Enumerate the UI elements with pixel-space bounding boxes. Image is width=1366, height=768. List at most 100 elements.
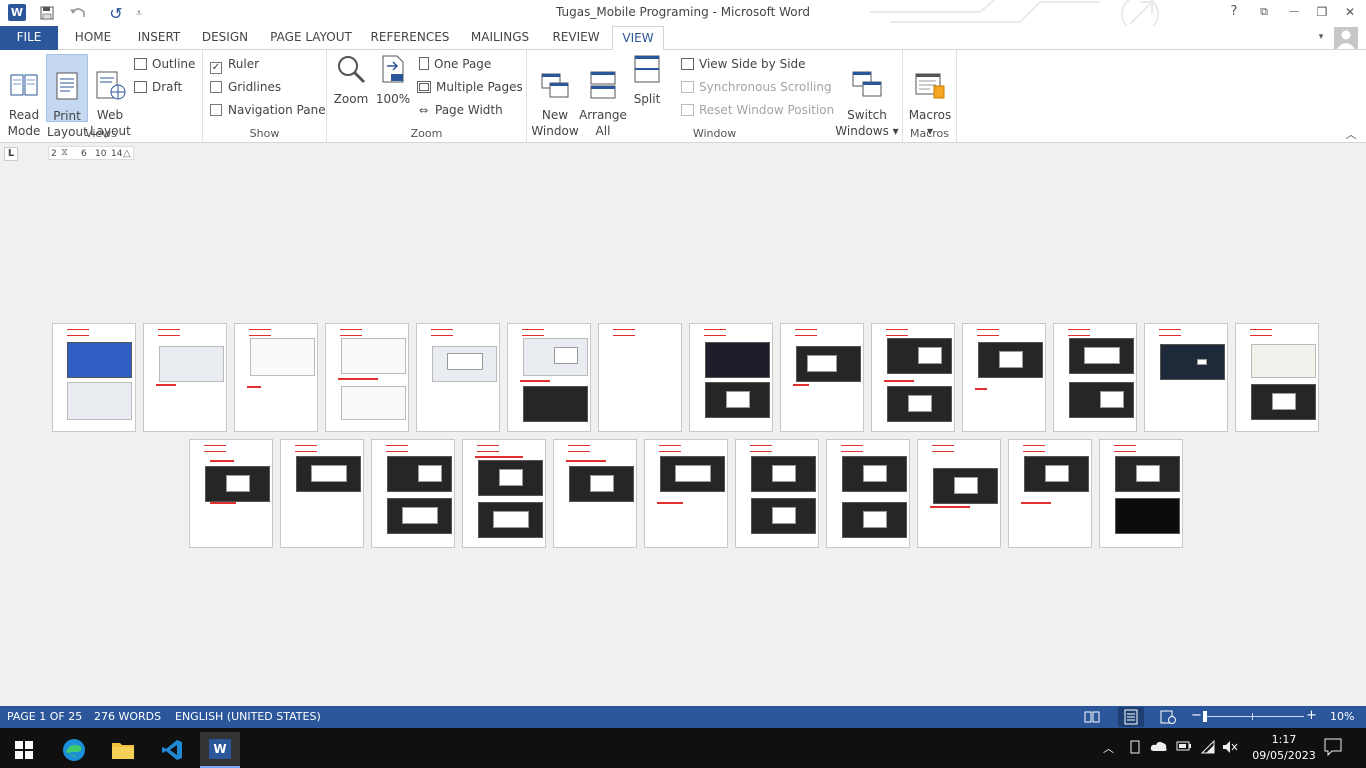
page-thumbnail[interactable] [234,323,318,432]
navigation-pane-box [210,104,222,116]
print-layout-button[interactable]: Print Layout [46,54,88,139]
tab-view[interactable]: VIEW [612,26,664,51]
zoom-label: Zoom [333,92,369,106]
macros-icon [915,73,945,99]
show-hidden-icons-icon[interactable]: ︿ [1103,740,1114,756]
gridlines-checkbox[interactable]: Gridlines [210,77,281,97]
battery-icon[interactable] [1176,740,1192,755]
page-thumbnail[interactable] [962,323,1046,432]
zoom-slider[interactable] [1204,716,1304,717]
ruler-strip[interactable]: 2 ⧖ 6 10 14 △ [48,146,134,160]
draft-button[interactable]: Draft [134,77,182,97]
tab-review[interactable]: REVIEW [548,26,604,50]
device-icon[interactable] [1128,740,1142,757]
outline-icon [134,58,147,70]
zoom-100-button[interactable]: 100% [375,54,411,107]
page-thumbnail[interactable] [462,439,546,548]
minimize-icon[interactable]: — [1280,2,1308,22]
user-avatar[interactable] [1334,27,1358,49]
page-thumbnail[interactable] [1053,323,1137,432]
zoom-level[interactable]: 10% [1330,710,1354,723]
group-window: New Window Arrange All Split View Side b… [527,50,903,143]
notifications-icon[interactable] [1324,738,1342,759]
volume-muted-icon[interactable] [1222,740,1238,757]
web-layout-view-icon[interactable] [1160,709,1176,725]
page-thumbnail[interactable] [598,323,682,432]
reset-window-position-button[interactable]: Reset Window Position [681,100,834,120]
tab-insert[interactable]: INSERT [132,26,186,50]
zoom-button[interactable]: Zoom [333,54,369,107]
tab-file[interactable]: FILE [0,26,58,50]
zoom-100-icon [382,55,404,83]
page-thumbnail[interactable] [280,439,364,548]
page-thumbnail[interactable] [371,439,455,548]
page-thumbnail[interactable] [416,323,500,432]
ruler-checkbox[interactable]: ✓ Ruler [210,54,259,74]
tab-references[interactable]: REFERENCES [370,26,450,50]
synchronous-scrolling-button[interactable]: Synchronous Scrolling [681,77,832,97]
page-thumbnail[interactable] [780,323,864,432]
page-thumbnail[interactable] [1144,323,1228,432]
page-thumbnail[interactable] [735,439,819,548]
one-page-button[interactable]: One Page [419,54,491,74]
clock[interactable]: 1:17 09/05/2023 [1249,732,1319,764]
wifi-icon[interactable] [1200,739,1216,757]
page-thumbnail[interactable] [325,323,409,432]
zoom-100-label: 100% [375,92,411,106]
windows-start-icon[interactable] [4,732,44,768]
vscode-icon[interactable] [152,732,192,768]
ribbon-display-options-icon[interactable]: ⧉ [1250,2,1278,22]
word-count-status[interactable]: 276 WORDS [94,710,161,723]
page-thumbnail[interactable] [507,323,591,432]
page-thumbnail[interactable] [1008,439,1092,548]
page-width-button[interactable]: ⇔ Page Width [419,100,503,120]
word-taskbar-icon[interactable]: W [200,732,240,768]
view-side-by-side-button[interactable]: View Side by Side [681,54,806,74]
help-icon[interactable]: ? [1220,2,1248,22]
read-mode-icon [10,74,38,96]
page-count-status[interactable]: PAGE 1 OF 25 [7,710,82,723]
edge-browser-icon[interactable] [54,732,94,768]
read-mode-view-icon[interactable] [1084,709,1100,725]
tab-mailings[interactable]: MAILINGS [466,26,534,50]
page-thumbnail[interactable] [917,439,1001,548]
taskbar: W ︿ 1:17 09/05/2023 [0,728,1366,768]
page-thumbnail[interactable] [553,439,637,548]
status-bar: PAGE 1 OF 25 276 WORDS ENGLISH (UNITED S… [0,706,1366,728]
file-explorer-icon[interactable] [103,732,143,768]
page-thumbnail[interactable] [871,323,955,432]
split-label: Split [633,92,661,106]
page-thumbnail[interactable] [52,323,136,432]
page-thumbnail[interactable] [1099,439,1183,548]
document-canvas[interactable] [0,163,1366,706]
draft-icon [134,81,147,93]
zoom-out-icon[interactable]: − [1191,709,1202,723]
page-thumbnail[interactable] [1235,323,1319,432]
print-layout-view-icon[interactable] [1118,707,1144,727]
zoom-in-icon[interactable]: + [1306,709,1317,723]
ruler-label: Ruler [228,57,260,71]
zoom-slider-thumb[interactable] [1203,711,1207,722]
page-thumbnail[interactable] [143,323,227,432]
page-thumbnail[interactable] [826,439,910,548]
language-status[interactable]: ENGLISH (UNITED STATES) [175,710,321,723]
tab-selector[interactable]: L [4,147,18,161]
collapse-ribbon-icon[interactable]: ︿ [1344,126,1358,141]
page-thumbnail[interactable] [189,439,273,548]
multiple-pages-button[interactable]: Multiple Pages [417,77,523,97]
ribbon-view: Read Mode Print Layout Web Layout Outlin… [0,50,1366,143]
restore-icon[interactable]: ❐ [1308,2,1336,22]
tab-design[interactable]: DESIGN [198,26,252,50]
account-dropdown-icon[interactable]: ▾ [1312,28,1330,46]
page-thumbnail[interactable] [644,439,728,548]
tab-page-layout[interactable]: PAGE LAYOUT [266,26,356,50]
outline-button[interactable]: Outline [134,54,195,74]
tab-home[interactable]: HOME [66,26,120,50]
split-button[interactable]: Split [629,54,665,107]
right-indent-icon[interactable]: △ [123,148,131,159]
close-icon[interactable]: ✕ [1336,2,1364,22]
indent-marker-icon[interactable]: ⧖ [61,147,68,158]
page-thumbnail[interactable] [689,323,773,432]
navigation-pane-checkbox[interactable]: Navigation Pane [210,100,326,120]
onedrive-cloud-icon[interactable] [1150,740,1168,755]
